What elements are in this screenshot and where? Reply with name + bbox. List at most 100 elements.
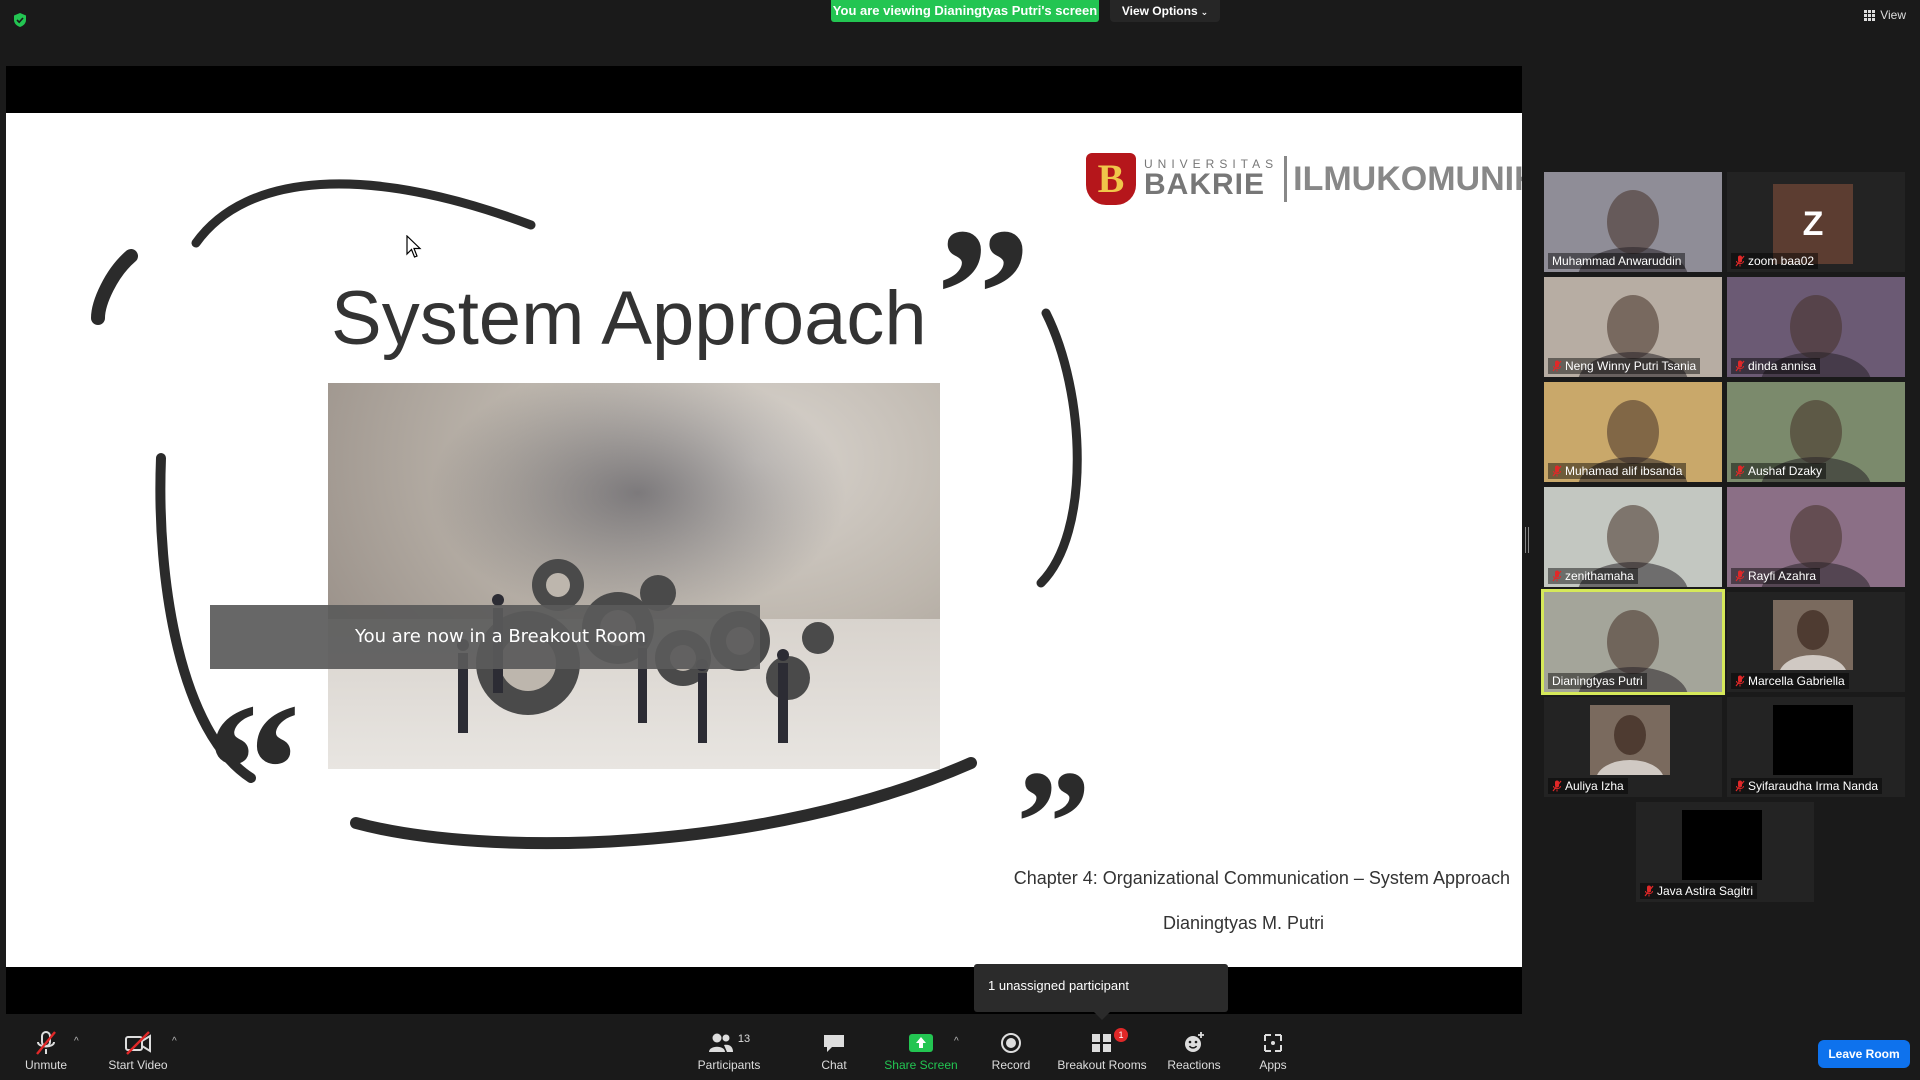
audio-options-caret-icon[interactable]: ^ [74,1036,79,1047]
participant-name-tag: dinda annisa [1731,358,1821,374]
participant-thumbnail [1773,600,1853,692]
record-label: Record [991,1058,1031,1072]
participant-name: Neng Winny Putri Tsania [1565,359,1697,373]
meeting-toolbar: Unmute ^ Start Video ^ 13 Participants C… [0,1020,1920,1080]
chat-label: Chat [821,1058,847,1072]
participant-name-tag: Muhammad Anwaruddin [1548,253,1686,269]
participant-name: Java Astira Sagitri [1657,884,1754,898]
logo-department: ILMUKOMUNIKASI [1293,159,1522,198]
participant-tile[interactable]: Java Astira Sagitri [1636,802,1814,902]
breakout-room-notice: You are now in a Breakout Room [210,605,760,669]
chevron-down-icon: ⌄ [1200,7,1209,17]
presentation-slide: ” “ ” B UNIVERSITAS BAKRIE ILMUKOMUNIKAS… [6,113,1522,967]
participant-tile[interactable]: Muhammad Anwaruddin [1544,172,1722,272]
viewing-screen-banner: You are viewing Dianingtyas Putri's scre… [831,0,1099,22]
participant-thumbnail [1682,810,1762,880]
participant-name: Auliya Izha [1565,779,1624,793]
participant-tile[interactable]: Dianingtyas Putri [1541,589,1725,695]
participant-tile[interactable]: Neng Winny Putri Tsania [1544,277,1722,377]
participant-tile[interactable]: Muhamad alif ibsanda [1544,382,1722,482]
view-button[interactable]: View [1864,8,1906,22]
panel-resize-handle[interactable] [1525,527,1529,553]
participant-name-tag: Marcella Gabriella [1731,673,1849,689]
participants-button[interactable]: 13 Participants [694,1030,764,1072]
svg-text:”: ” [936,190,1031,400]
apps-icon [1264,1034,1282,1052]
participant-tile[interactable]: Auliya Izha [1544,697,1722,797]
share-screen-label: Share Screen [884,1058,958,1072]
microphone-muted-icon [1735,255,1745,267]
reactions-button[interactable]: Reactions [1166,1030,1222,1072]
microphone-muted-icon [1735,360,1745,372]
participant-tile[interactable]: Rayfi Azahra [1727,487,1905,587]
share-screen-button[interactable]: Share Screen [884,1030,958,1072]
svg-text:“: “ [206,665,301,875]
microphone-muted-icon [36,1031,56,1055]
leave-room-button[interactable]: Leave Room [1818,1040,1910,1068]
participant-tile[interactable]: Aushaf Dzaky [1727,382,1905,482]
start-video-label: Start Video [108,1058,168,1072]
unmute-button[interactable]: Unmute [20,1030,72,1072]
record-icon [1001,1033,1021,1053]
participant-name: zoom baa02 [1748,254,1815,268]
mouse-cursor-icon [406,235,422,258]
avatar: Z [1773,184,1853,264]
participant-name: dinda annisa [1748,359,1817,373]
apps-button[interactable]: Apps [1256,1030,1290,1072]
microphone-muted-icon [1552,780,1562,792]
participant-name: Marcella Gabriella [1748,674,1845,688]
participant-tile[interactable]: zenithamaha [1544,487,1722,587]
unmute-label: Unmute [24,1058,68,1072]
gears-team-photo [328,383,940,769]
chat-icon [824,1035,844,1052]
apps-label: Apps [1259,1058,1287,1072]
microphone-muted-icon [1552,570,1562,582]
top-bar: You are viewing Dianingtyas Putri's scre… [0,0,1920,60]
record-button[interactable]: Record [990,1030,1032,1072]
start-video-button[interactable]: Start Video [104,1030,172,1072]
video-options-caret-icon[interactable]: ^ [172,1036,177,1047]
unassigned-participant-tooltip: 1 unassigned participant [974,964,1228,1020]
participant-thumbnail [1590,705,1670,797]
video-off-icon [125,1031,151,1055]
participant-tile[interactable]: Syifaraudha Irma Nanda [1727,697,1905,797]
participant-name-tag: Auliya Izha [1548,778,1628,794]
shield-icon[interactable] [12,12,28,28]
participant-name: Syifaraudha Irma Nanda [1748,779,1879,793]
participant-name: zenithamaha [1565,569,1634,583]
participant-thumbnail [1773,705,1853,775]
view-options-label: View Options [1121,4,1198,18]
participant-tile[interactable]: Zzoom baa02 [1727,172,1905,272]
participant-name-tag: Rayfi Azahra [1731,568,1821,584]
breakout-rooms-badge: 1 [1114,1028,1128,1042]
participants-label: Participants [697,1058,761,1072]
participant-name-tag: Aushaf Dzaky [1731,463,1827,479]
microphone-muted-icon [1735,675,1745,687]
participant-name-tag: Java Astira Sagitri [1640,883,1758,899]
participant-name: Muhammad Anwaruddin [1552,254,1682,268]
participant-name-tag: Syifaraudha Irma Nanda [1731,778,1883,794]
reactions-icon [1185,1032,1204,1052]
logo-mark: B [1086,153,1136,205]
participant-name-tag: zoom baa02 [1731,253,1819,269]
participant-name: Dianingtyas Putri [1552,674,1643,688]
logo-bakrie: BAKRIE [1144,168,1266,201]
breakout-rooms-label: Breakout Rooms [1057,1058,1147,1072]
share-options-caret-icon[interactable]: ^ [954,1036,959,1047]
participant-tile[interactable]: dinda annisa [1727,277,1905,377]
breakout-rooms-button[interactable]: 1 Breakout Rooms [1056,1028,1148,1072]
share-screen-icon [909,1034,933,1052]
chat-button[interactable]: Chat [814,1030,854,1072]
view-options-button[interactable]: View Options ⌄ [1110,0,1220,22]
participant-name: Muhamad alif ibsanda [1565,464,1683,478]
participants-count: 13 [737,1033,751,1045]
participant-name-tag: Dianingtyas Putri [1548,673,1647,689]
participant-tile[interactable]: Marcella Gabriella [1727,592,1905,692]
microphone-muted-icon [1735,570,1745,582]
microphone-muted-icon [1735,780,1745,792]
view-label: View [1880,8,1906,22]
participants-icon [708,1033,733,1052]
slide-title: System Approach [331,276,927,361]
breakout-rooms-icon [1092,1034,1111,1052]
university-logo: B UNIVERSITAS BAKRIE ILMUKOMUNIKASI [1086,153,1522,205]
